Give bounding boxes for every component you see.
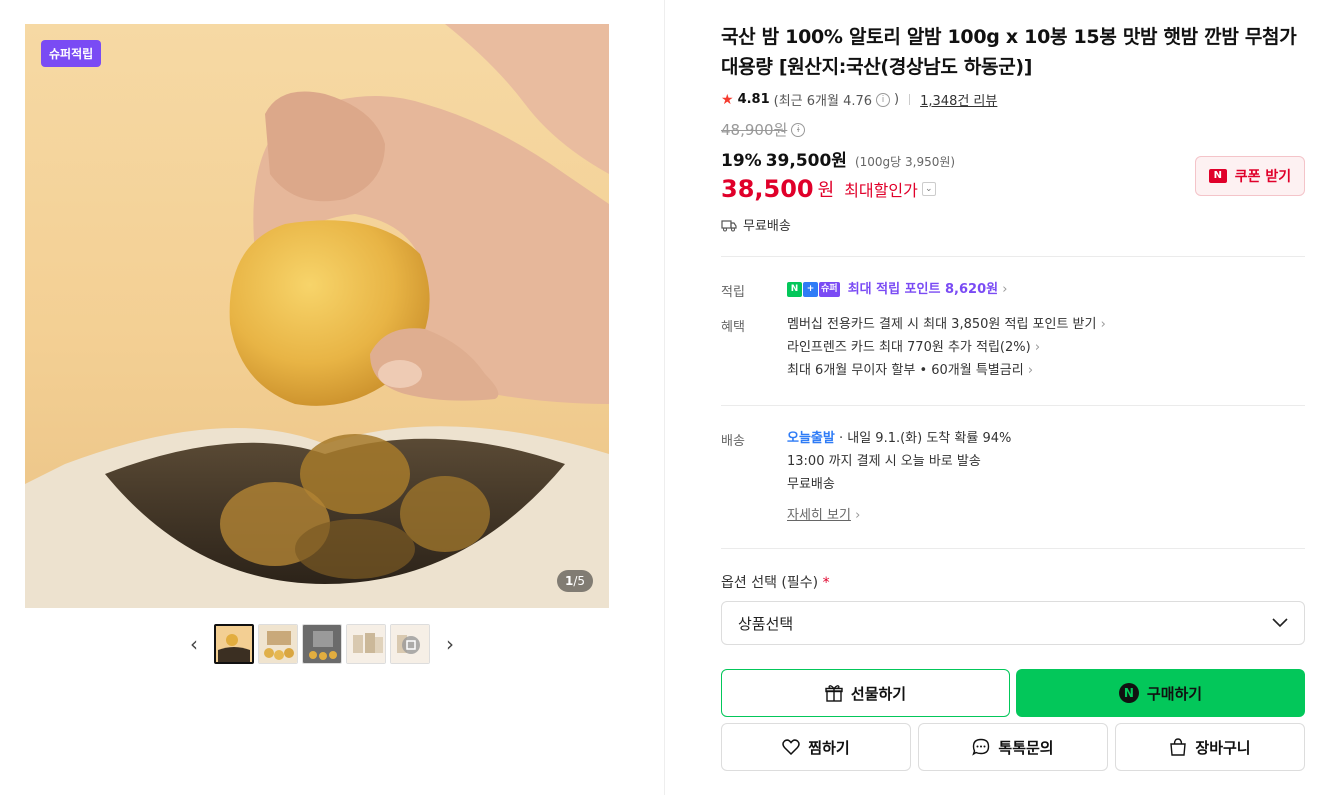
delivery-more-link[interactable]: 자세히 보기 › (787, 504, 1011, 527)
product-title: 국산 밤 100% 알토리 알밤 100g x 10봉 15봉 맛밤 햇밤 깐밤… (721, 26, 1297, 78)
points-badges: N + 슈퍼 (787, 282, 840, 297)
naver-pay-icon: N (1118, 683, 1139, 703)
thumbnail-strip: ‹ › (184, 624, 460, 664)
chevron-right-icon: › (1002, 282, 1008, 297)
unit-price: (100g당 3,950원) (854, 155, 956, 169)
shopping-bag-icon (1170, 738, 1187, 756)
thumbnail-5[interactable] (390, 624, 430, 664)
recent-rating: (최근 6개월 4.76 (773, 94, 873, 109)
cart-button[interactable]: 장바구니 (1115, 723, 1305, 771)
super-badge: 슈퍼 (819, 282, 840, 297)
shipping-row: 무료배송 (721, 215, 1305, 234)
best-price: 38,500 (721, 175, 814, 203)
original-price: 48,900원 (721, 121, 788, 139)
best-price-label: 최대할인가 (844, 181, 918, 200)
required-mark: * (822, 575, 830, 591)
option-select-value: 상품선택 (738, 614, 794, 633)
option-label-text: 옵션 선택 (필수) (721, 575, 819, 591)
delivery-fee: 무료배송 (787, 477, 835, 492)
gift-button[interactable]: 선물하기 (721, 669, 1010, 717)
benefit-item[interactable]: 최대 6개월 무이자 할부 • 60개월 특별금리 › (787, 359, 1106, 382)
info-icon[interactable]: i (876, 92, 891, 107)
max-points-text: 최대 적립 포인트 8,620원 (847, 282, 999, 297)
thumbnail-1[interactable] (214, 624, 254, 664)
benefit-item-text: 최대 6개월 무이자 할부 • 60개월 특별금리 (787, 363, 1024, 378)
coupon-label: 쿠폰 받기 (1234, 169, 1292, 185)
points-row[interactable]: N + 슈퍼 최대 적립 포인트 8,620원 › (787, 278, 1007, 301)
column-divider (664, 0, 665, 795)
plus-badge: + (803, 282, 818, 297)
talk-label: 톡톡문의 (998, 738, 1054, 757)
chevron-right-icon: › (1027, 363, 1034, 378)
coupon-button[interactable]: N 쿠폰 받기 (1195, 156, 1305, 196)
chevron-down-icon[interactable]: ⌄ (921, 182, 936, 196)
free-shipping-text: 무료배송 (743, 219, 791, 234)
chevron-left-icon: ‹ (190, 632, 198, 656)
chat-icon (972, 738, 990, 756)
option-select[interactable]: 상품선택 (721, 601, 1305, 645)
benefit-item-text: 라인프렌즈 카드 최대 770원 추가 적립(2%) (787, 340, 1031, 355)
product-info-panel: 국산 밤 100% 알토리 알밤 100g x 10봉 15봉 맛밤 햇밤 깐밤… (721, 22, 1305, 771)
heart-icon (782, 739, 801, 755)
delivery-label: 배송 (721, 434, 745, 449)
cutoff-text: 13:00 까지 결제 시 오늘 바로 발송 (787, 454, 981, 469)
product-photo-illustration (25, 24, 609, 608)
benefit-item-text: 멤버십 전용카드 결제 시 최대 3,850원 적립 포인트 받기 (787, 317, 1097, 332)
separator (909, 94, 911, 105)
divider (721, 548, 1305, 549)
cart-label: 장바구니 (1195, 738, 1251, 757)
benefit-item[interactable]: 멤버십 전용카드 결제 시 최대 3,850원 적립 포인트 받기 › (787, 313, 1106, 336)
benefits-list: 멤버십 전용카드 결제 시 최대 3,850원 적립 포인트 받기 › 라인프렌… (787, 313, 1106, 382)
star-icon: ★ (721, 91, 734, 108)
super-points-badge: 슈퍼적립 (41, 40, 102, 67)
review-count-link[interactable]: 1,348건 리뷰 (920, 90, 997, 109)
image-counter: 1/5 (556, 570, 593, 592)
option-label: 옵션 선택 (필수) * (721, 572, 830, 592)
naver-n-icon: N (1208, 169, 1227, 183)
truck-icon (721, 219, 737, 231)
naver-n-badge: N (787, 282, 802, 297)
best-price-won: 원 (817, 180, 835, 201)
arrival-text: · 내일 9.1.(화) 도착 확률 94% (838, 431, 1012, 446)
buy-label: 구매하기 (1146, 684, 1203, 703)
delivery-info: 오늘출발 · 내일 9.1.(화) 도착 확률 94% 13:00 까지 결제 … (787, 427, 1011, 527)
thumbnail-2[interactable] (258, 624, 298, 664)
rating-score: 4.81 (737, 92, 770, 107)
image-counter-total: /5 (573, 574, 585, 588)
chevron-right-icon: › (855, 508, 861, 523)
rating-row: ★ 4.81 (최근 6개월 4.76 i) 1,348건 리뷰 (721, 90, 1305, 110)
main-product-image[interactable]: 슈퍼적립 1/5 (25, 24, 609, 608)
talk-button[interactable]: 톡톡문의 (918, 723, 1108, 771)
delivery-eta-row: 오늘출발 · 내일 9.1.(화) 도착 확률 94% (787, 427, 1011, 450)
buy-button[interactable]: N 구매하기 (1016, 669, 1305, 717)
benefits-label: 혜택 (721, 320, 745, 335)
chevron-right-icon: › (446, 632, 454, 656)
chevron-down-icon (1272, 618, 1288, 628)
chevron-right-icon: › (1100, 317, 1106, 332)
points-label: 적립 (721, 285, 745, 300)
thumbnail-next-button[interactable]: › (440, 624, 460, 664)
delivery-more-text: 자세히 보기 (787, 508, 851, 523)
thumbnail-3[interactable] (302, 624, 342, 664)
divider (721, 405, 1305, 406)
price-info-icon[interactable]: i (791, 122, 806, 137)
gift-label: 선물하기 (850, 684, 907, 703)
original-price-row: 48,900원 i (721, 119, 1305, 140)
discount-percent: 19% (721, 151, 762, 171)
chevron-right-icon: › (1034, 340, 1041, 355)
thumbnail-prev-button[interactable]: ‹ (184, 624, 204, 664)
today-ship-badge: 오늘출발 (787, 431, 835, 446)
recent-rating-close: ) (894, 92, 900, 107)
benefit-item[interactable]: 라인프렌즈 카드 최대 770원 추가 적립(2%) › (787, 336, 1106, 359)
divider (721, 256, 1305, 257)
wish-label: 찜하기 (808, 738, 850, 757)
sale-price: 39,500원 (765, 151, 847, 171)
gift-icon (825, 685, 843, 702)
thumbnail-4[interactable] (346, 624, 386, 664)
wish-button[interactable]: 찜하기 (721, 723, 911, 771)
